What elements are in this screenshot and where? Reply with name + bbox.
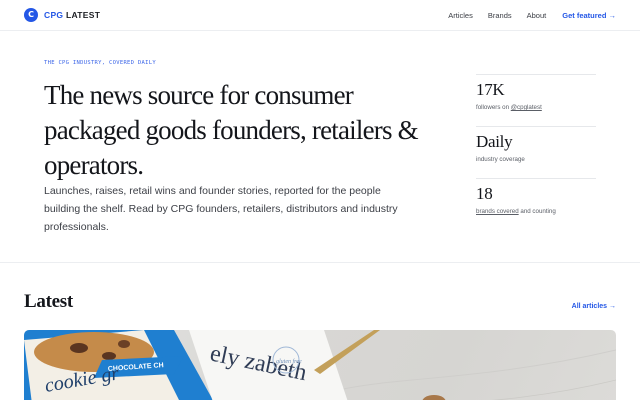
home-logo-link[interactable]: C CPG LATEST (24, 8, 100, 22)
stat-label: followers on @cpglatest (476, 104, 596, 111)
cookie-package-photo: CHOCOLATE CH cookie gr ely zabeth gluten… (24, 330, 616, 400)
social-handle-link[interactable]: @cpglatest (511, 104, 542, 111)
nav-about-link[interactable]: About (527, 11, 547, 20)
stat-value: Daily (476, 132, 513, 151)
stat-brands: 18 brands covered and counting (476, 178, 596, 230)
stat-label-text: followers on (476, 104, 511, 111)
stats-panel: 17K followers on @cpglatest Daily indust… (476, 74, 596, 230)
stat-value: 18 (476, 184, 493, 203)
section-divider (0, 262, 640, 263)
brands-covered-link[interactable]: brands covered (476, 208, 519, 215)
stat-label: brands covered and counting (476, 208, 596, 215)
stat-value: 17K (476, 80, 505, 99)
get-featured-link[interactable]: Get featured → (562, 11, 616, 20)
latest-section-title: Latest (24, 291, 73, 312)
stat-label-text: and counting (518, 208, 556, 215)
logo-mark: C (24, 8, 38, 22)
walnut-piece (422, 395, 446, 400)
all-articles-link[interactable]: All articles → (572, 303, 616, 310)
stat-frequency: Daily industry coverage (476, 126, 596, 178)
nav-brands-link[interactable]: Brands (488, 11, 512, 20)
gluten-free-badge: gluten free (276, 358, 302, 365)
nav-articles-link[interactable]: Articles (448, 11, 473, 20)
stat-label: industry coverage (476, 156, 525, 163)
hero-headline: The news source for consumer packaged go… (44, 80, 419, 180)
featured-article-image[interactable]: CHOCOLATE CH cookie gr ely zabeth gluten… (24, 330, 616, 400)
stat-followers: 17K followers on @cpglatest (476, 74, 596, 126)
hero-eyebrow: THE CPG INDUSTRY, COVERED DAILY (44, 60, 156, 66)
site-header: C CPG LATEST Articles Brands About Get f… (0, 0, 640, 31)
site-name-accent: CPG (44, 10, 64, 20)
site-name-rest: LATEST (63, 10, 101, 20)
main-navigation: Articles Brands About Get featured → (433, 11, 616, 20)
hero-description: Launches, raises, retail wins and founde… (44, 185, 398, 233)
site-name: CPG LATEST (44, 10, 100, 20)
